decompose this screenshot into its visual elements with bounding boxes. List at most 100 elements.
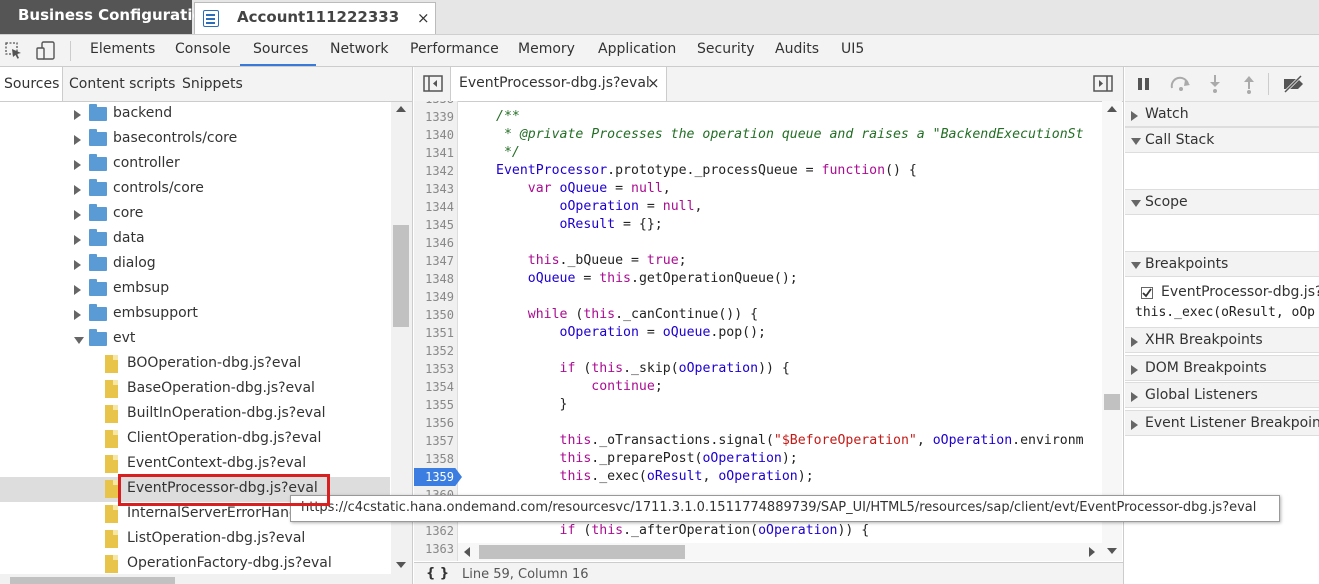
toggle-navigator-icon[interactable] — [423, 75, 443, 93]
scroll-up-icon[interactable] — [1107, 106, 1117, 112]
code-line[interactable]: oQueue = this.getOperationQueue(); — [496, 270, 798, 288]
tree-file[interactable]: ClientOperation-dbg.js?eval — [0, 427, 390, 452]
tree-file[interactable]: OperationFactory-dbg.js?eval — [0, 552, 390, 574]
line-number[interactable]: 1345 — [414, 216, 454, 234]
editor-scrollbar[interactable] — [1102, 101, 1122, 561]
tree-file[interactable]: BOOperation-dbg.js?eval — [0, 352, 390, 377]
triangle-right-icon[interactable] — [1131, 365, 1138, 375]
scrollbar-thumb[interactable] — [393, 225, 409, 327]
tab-sources[interactable]: Sources — [240, 35, 316, 66]
tree-file[interactable]: ListOperation-dbg.js?eval — [0, 527, 390, 552]
toggle-debugger-icon[interactable] — [1093, 75, 1113, 93]
line-number[interactable]: 1362 — [414, 522, 454, 540]
section-call-stack[interactable]: Call Stack — [1125, 127, 1319, 153]
tree-folder[interactable]: dialog — [0, 252, 390, 277]
line-number[interactable]: 1344 — [414, 198, 454, 216]
nav-tab-sources[interactable]: Sources — [0, 67, 63, 101]
code-line[interactable]: */ — [496, 144, 520, 162]
scroll-right-icon[interactable] — [1089, 547, 1095, 557]
app-tab-account[interactable]: Account111222333 × — [194, 2, 436, 34]
tab-console[interactable]: Console — [175, 35, 231, 66]
section-global-listeners[interactable]: Global Listeners — [1125, 382, 1319, 408]
section-scope[interactable]: Scope — [1125, 189, 1319, 215]
line-number[interactable]: 1349 — [414, 288, 454, 306]
triangle-right-icon[interactable] — [74, 235, 81, 245]
code-line[interactable]: oOperation = oQueue.pop(); — [496, 324, 766, 342]
tree-folder[interactable]: core — [0, 202, 390, 227]
line-number[interactable]: 1353 — [414, 360, 454, 378]
hscrollbar-thumb[interactable] — [479, 545, 685, 559]
line-number[interactable]: 1359 — [414, 468, 454, 486]
deactivate-breakpoints-icon[interactable] — [1281, 75, 1307, 93]
tab-performance[interactable]: Performance — [410, 35, 499, 66]
code-line[interactable]: /** — [496, 108, 520, 126]
line-number[interactable]: 1339 — [414, 108, 454, 126]
close-icon[interactable]: × — [647, 74, 660, 92]
code-line[interactable]: oResult = {}; — [496, 216, 663, 234]
line-number[interactable]: 1342 — [414, 162, 454, 180]
section-xhr-breakpoints[interactable]: XHR Breakpoints — [1125, 327, 1319, 353]
line-number[interactable]: 1338 — [414, 101, 454, 108]
step-over-icon[interactable] — [1169, 76, 1193, 92]
nav-tab-content-scripts[interactable]: Content scripts — [69, 67, 175, 101]
breakpoint-file[interactable]: EventProcessor-dbg.js?e — [1161, 284, 1319, 300]
code-line[interactable]: this._bQueue = true; — [496, 252, 687, 270]
code-line[interactable]: continue; — [496, 378, 662, 396]
line-number[interactable]: 1341 — [414, 144, 454, 162]
line-number[interactable]: 1346 — [414, 234, 454, 252]
triangle-right-icon[interactable] — [74, 160, 81, 170]
triangle-right-icon[interactable] — [1131, 111, 1138, 121]
triangle-right-icon[interactable] — [74, 310, 81, 320]
scroll-up-icon[interactable] — [396, 106, 406, 112]
code-line[interactable]: this._oTransactions.signal("$BeforeOpera… — [496, 432, 1084, 450]
section-watch[interactable]: Watch — [1125, 101, 1319, 127]
line-number[interactable]: 1352 — [414, 342, 454, 360]
section-breakpoints[interactable]: Breakpoints — [1125, 251, 1319, 277]
app-title[interactable]: Business Configuration — [0, 0, 213, 34]
tree-file[interactable]: BuiltInOperation-dbg.js?eval — [0, 402, 390, 427]
line-number[interactable]: 1350 — [414, 306, 454, 324]
tab-memory[interactable]: Memory — [518, 35, 575, 66]
triangle-down-icon[interactable] — [1131, 138, 1141, 145]
tree-folder[interactable]: controller — [0, 152, 390, 177]
pause-icon[interactable] — [1137, 77, 1151, 91]
triangle-right-icon[interactable] — [1131, 337, 1138, 347]
triangle-right-icon[interactable] — [74, 185, 81, 195]
code-line[interactable]: this._exec(oResult, oOperation); — [496, 468, 814, 486]
triangle-right-icon[interactable] — [1131, 392, 1138, 402]
triangle-right-icon[interactable] — [74, 110, 81, 120]
code-line[interactable]: this._preparePost(oOperation); — [496, 450, 798, 468]
scrollbar-thumb[interactable] — [1104, 394, 1120, 410]
code-line[interactable]: } — [496, 396, 568, 414]
navigator-hscrollbar[interactable] — [0, 574, 412, 584]
breakpoint-code[interactable]: this._exec(oResult, oOp — [1135, 305, 1315, 320]
editor-hscrollbar[interactable] — [458, 543, 1102, 561]
code-line[interactable]: while (this._canContinue()) { — [496, 306, 758, 324]
close-icon[interactable]: × — [417, 9, 430, 27]
editor-tab[interactable]: EventProcessor-dbg.js?eval × — [450, 67, 667, 101]
scroll-down-icon[interactable] — [396, 562, 406, 568]
line-number[interactable]: 1340 — [414, 126, 454, 144]
inspect-element-icon[interactable] — [5, 42, 23, 60]
pretty-print-icon[interactable]: { } — [426, 566, 449, 581]
line-number[interactable]: 1343 — [414, 180, 454, 198]
tree-folder[interactable]: embsup — [0, 277, 390, 302]
triangle-right-icon[interactable] — [74, 210, 81, 220]
code-line[interactable]: oOperation = null, — [496, 198, 703, 216]
code-line[interactable]: if (this._skip(oOperation)) { — [496, 360, 790, 378]
code-area[interactable]: 13381339 /** 1340 * @private Processes the… — [414, 101, 1102, 561]
line-number[interactable]: 1351 — [414, 324, 454, 342]
line-number[interactable]: 1358 — [414, 450, 454, 468]
line-number[interactable]: 1357 — [414, 432, 454, 450]
triangle-down-icon[interactable] — [1131, 262, 1141, 269]
tree-folder[interactable]: basecontrols/core — [0, 127, 390, 152]
triangle-right-icon[interactable] — [74, 260, 81, 270]
tab-application[interactable]: Application — [598, 35, 676, 66]
device-toolbar-icon[interactable] — [35, 41, 57, 61]
triangle-right-icon[interactable] — [1131, 420, 1138, 430]
line-number[interactable]: 1356 — [414, 414, 454, 432]
step-into-icon[interactable] — [1207, 74, 1223, 94]
line-number[interactable]: 1354 — [414, 378, 454, 396]
code-line[interactable]: EventProcessor.prototype._processQueue =… — [496, 162, 917, 180]
line-number[interactable]: 1363 — [414, 540, 454, 558]
